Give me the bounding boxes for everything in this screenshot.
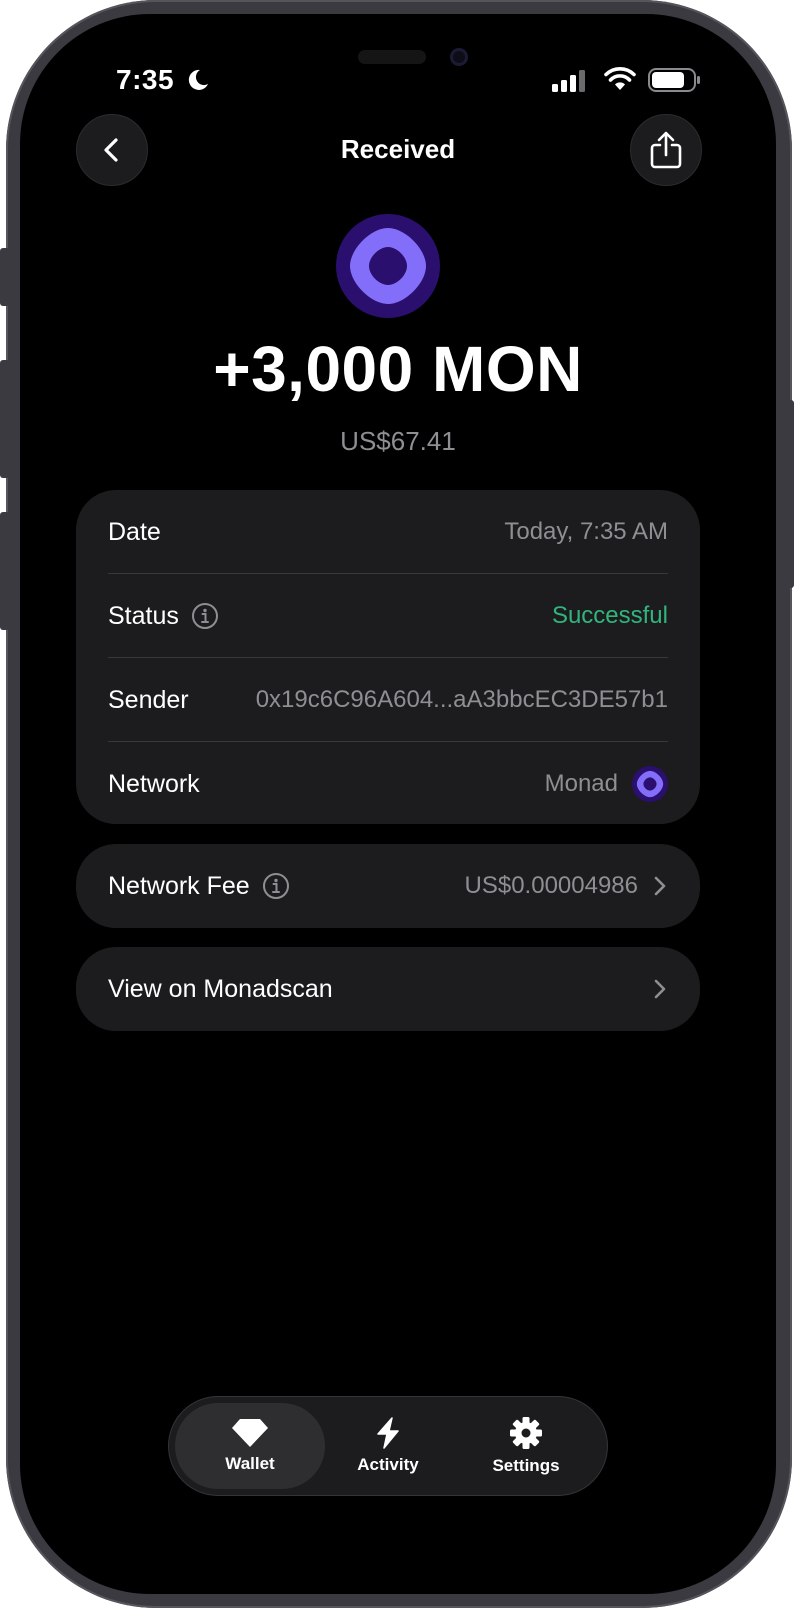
monad-network-icon bbox=[632, 766, 668, 802]
status-time: 7:35 bbox=[116, 64, 175, 95]
date-row: Date Today, 7:35 AM bbox=[108, 490, 668, 574]
network-fee-value: US$0.00004986 bbox=[464, 872, 638, 899]
network-value-group: Monad bbox=[545, 766, 668, 802]
tab-wallet[interactable]: Wallet bbox=[175, 1403, 325, 1489]
date-value: Today, 7:35 AM bbox=[504, 518, 668, 545]
gear-icon bbox=[510, 1417, 542, 1449]
chevron-right-icon bbox=[654, 876, 666, 896]
status-value: Successful bbox=[551, 602, 668, 629]
volume-down-button bbox=[0, 512, 10, 630]
share-button[interactable] bbox=[630, 114, 702, 186]
tab-settings-label: Settings bbox=[492, 1456, 560, 1475]
monad-token-icon bbox=[336, 214, 440, 318]
screen: 7:35 Received +3,000 MON US$67.41 Date T… bbox=[20, 14, 776, 1594]
cellular-signal-icon bbox=[552, 70, 585, 92]
volume-up-button bbox=[0, 360, 10, 478]
info-icon[interactable] bbox=[191, 602, 219, 630]
status-label-group: Status bbox=[108, 602, 219, 631]
network-label: Network bbox=[108, 769, 200, 798]
status-row: Status Successful bbox=[108, 574, 668, 658]
power-button bbox=[784, 400, 794, 588]
sender-address[interactable]: 0x19c6C96A604...aA3bbcEC3DE57b1 bbox=[256, 686, 668, 714]
explorer-label: View on Monadscan bbox=[108, 974, 333, 1003]
speaker bbox=[358, 50, 426, 64]
network-fee-label: Network Fee bbox=[108, 871, 250, 900]
tab-wallet-label: Wallet bbox=[225, 1454, 275, 1473]
fee-value-group: US$0.00004986 bbox=[465, 872, 668, 900]
network-row: Network Monad bbox=[108, 742, 668, 826]
tab-activity-label: Activity bbox=[357, 1455, 419, 1474]
details-card: Date Today, 7:35 AM Status Successful Se… bbox=[76, 490, 700, 824]
moon-icon bbox=[188, 69, 208, 90]
view-on-explorer-button[interactable]: View on Monadscan bbox=[76, 947, 700, 1031]
sender-row[interactable]: Sender 0x19c6C96A604...aA3bbcEC3DE57b1 bbox=[108, 658, 668, 742]
date-label: Date bbox=[108, 517, 161, 546]
share-icon bbox=[650, 131, 682, 169]
front-camera bbox=[450, 48, 468, 66]
wifi-icon bbox=[604, 67, 636, 90]
transaction-amount: +3,000 MON bbox=[213, 333, 583, 405]
lightning-icon bbox=[377, 1417, 399, 1449]
network-value: Monad bbox=[544, 770, 618, 797]
fee-label-group: Network Fee bbox=[108, 872, 290, 901]
tab-bar: Wallet Activity Settings bbox=[168, 1396, 608, 1496]
sender-label: Sender bbox=[108, 685, 189, 714]
status-label: Status bbox=[108, 601, 179, 630]
fiat-value: US$67.41 bbox=[340, 426, 456, 456]
battery-icon bbox=[648, 68, 700, 92]
chevron-right-icon bbox=[654, 979, 666, 999]
network-fee-row[interactable]: Network Fee US$0.00004986 bbox=[108, 844, 668, 928]
explorer-row[interactable]: View on Monadscan bbox=[108, 947, 668, 1031]
diamond-icon bbox=[232, 1419, 268, 1447]
info-icon[interactable] bbox=[262, 872, 290, 900]
network-fee-card[interactable]: Network Fee US$0.00004986 bbox=[76, 844, 700, 928]
mute-switch bbox=[0, 248, 10, 306]
tab-settings[interactable]: Settings bbox=[451, 1403, 601, 1489]
tab-activity[interactable]: Activity bbox=[313, 1403, 463, 1489]
